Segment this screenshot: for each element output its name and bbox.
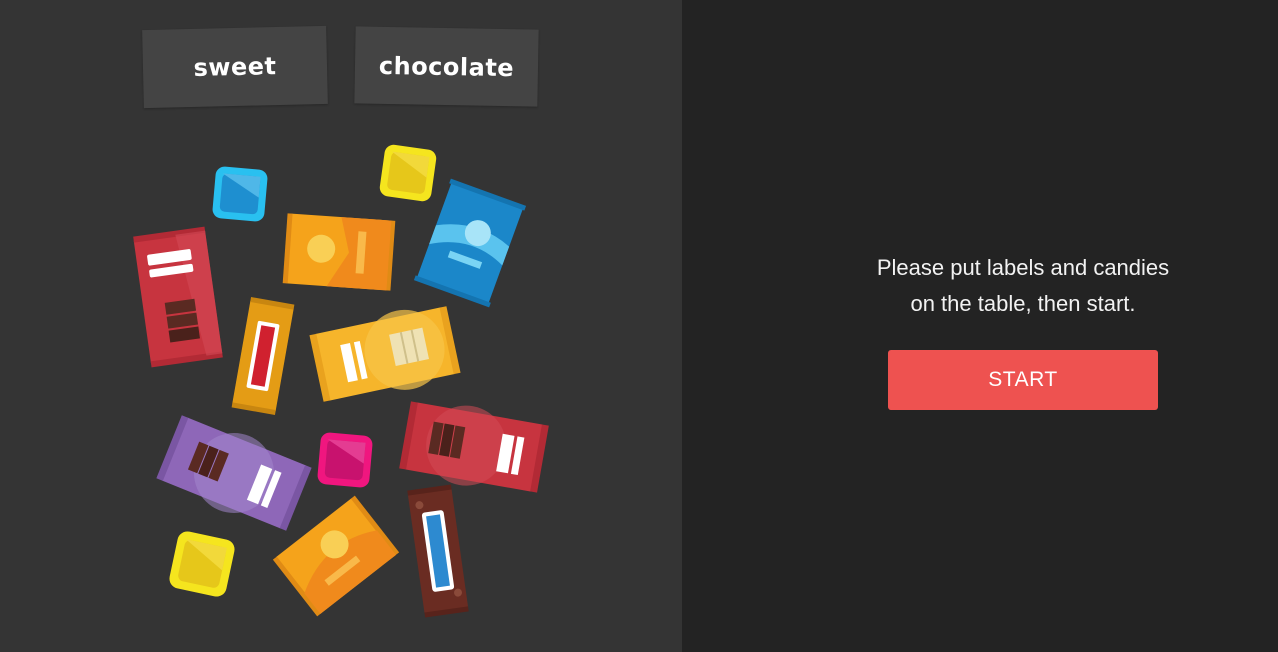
start-button[interactable]: START xyxy=(888,350,1158,410)
purple-wrapped-chocolate[interactable] xyxy=(154,410,314,537)
yellow-wrapped-bar[interactable] xyxy=(308,300,462,407)
candies-layer xyxy=(133,144,550,618)
red-chocolate-bar[interactable] xyxy=(133,226,223,368)
instructions-text: Please put labels and candies on the tab… xyxy=(682,250,1278,322)
red-stick-candy[interactable] xyxy=(231,297,295,415)
orange-candy-bar[interactable] xyxy=(282,213,396,291)
info-panel: Please put labels and candies on the tab… xyxy=(682,0,1278,652)
red-wrapped-chocolate[interactable] xyxy=(398,395,550,498)
blue-candy-pouch[interactable] xyxy=(413,178,527,308)
yellow-square-candy[interactable] xyxy=(379,144,438,203)
instructions-line-2: on the table, then start. xyxy=(910,291,1136,316)
blue-square-candy[interactable] xyxy=(212,166,268,222)
pink-square-candy[interactable] xyxy=(317,432,373,488)
instructions-line-1: Please put labels and candies xyxy=(876,255,1170,280)
brown-stick-candy[interactable] xyxy=(407,484,469,618)
candy-table: sweet chocolate xyxy=(0,0,682,652)
yellow-square-candy-2[interactable] xyxy=(168,530,237,599)
